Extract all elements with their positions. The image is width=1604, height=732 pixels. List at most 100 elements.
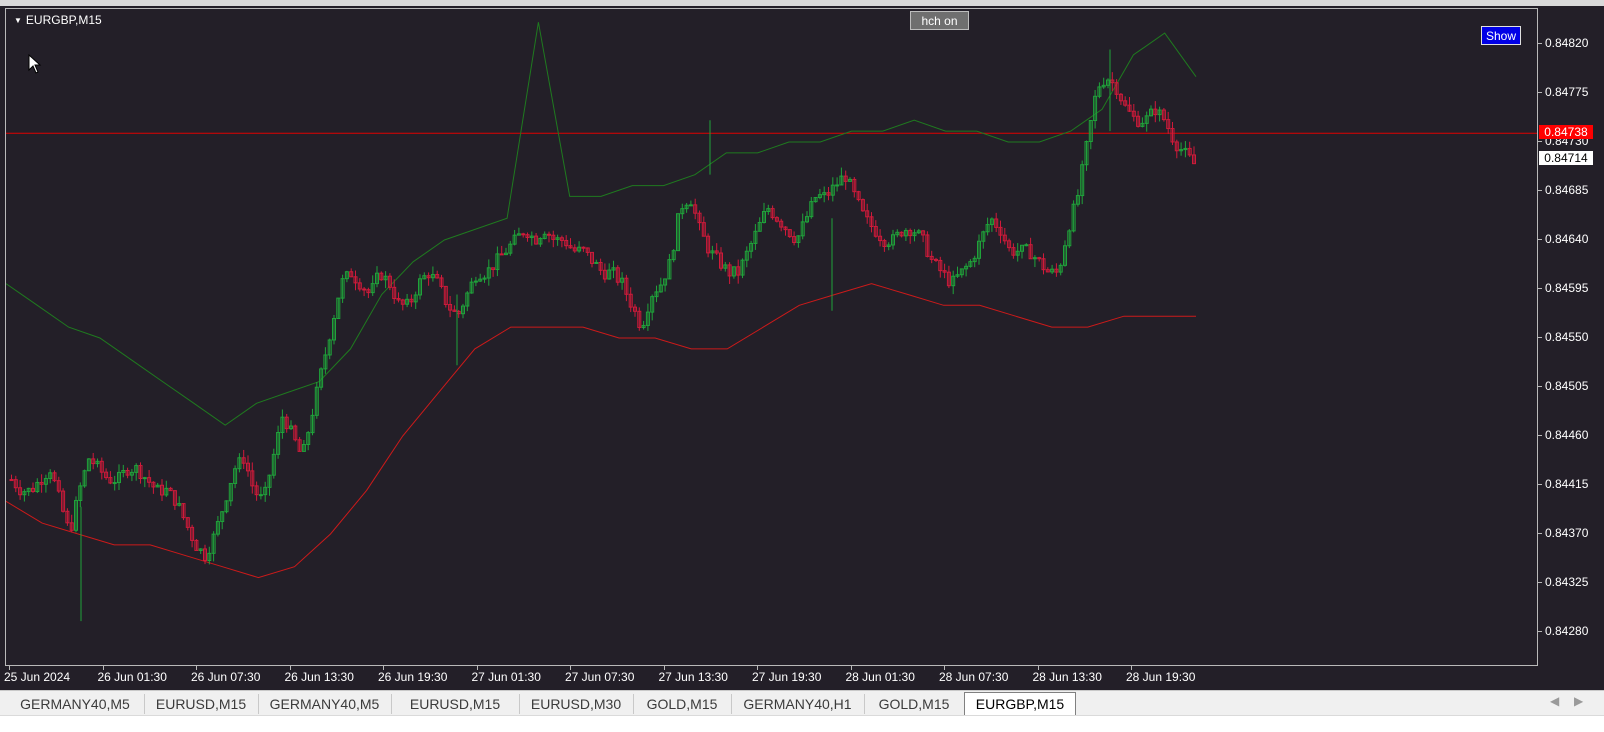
tab-eurgbp-m15[interactable]: EURGBP,M15 — [964, 692, 1076, 715]
time-tick-label: 26 Jun 07:30 — [191, 670, 261, 684]
bull-candle — [1101, 77, 1106, 89]
bear-candle — [190, 524, 195, 548]
plot-area[interactable]: ▼ EURGBP,M15 hch on Show — [5, 8, 1538, 666]
symbol-timeframe-label[interactable]: ▼ EURGBP,M15 — [14, 13, 102, 27]
bear-candle — [770, 205, 775, 220]
tab-germany40-m5[interactable]: GERMANY40,M5 — [258, 694, 392, 714]
bear-candle — [934, 257, 938, 263]
bull-candle — [959, 268, 964, 278]
bull-candle — [744, 246, 749, 268]
bull-candle — [1020, 244, 1024, 259]
bear-candle — [9, 474, 14, 482]
tab-eurusd-m30[interactable]: EURUSD,M30 — [519, 694, 634, 714]
bear-candle — [921, 230, 926, 243]
bull-candle — [813, 196, 818, 203]
bear-candle — [736, 259, 741, 284]
bear-candle — [241, 449, 246, 469]
candlestick-chart[interactable] — [6, 9, 1538, 666]
bear-candle — [349, 268, 354, 278]
chart-window[interactable]: ▼ EURGBP,M15 hch on Show 0.84820 0.84775 0… — [0, 6, 1604, 690]
bear-candle — [379, 271, 384, 281]
bull-candle — [26, 487, 31, 496]
caret-down-icon[interactable]: ▼ — [14, 16, 22, 25]
bear-candle — [31, 482, 35, 493]
bear-candle — [615, 265, 620, 286]
bull-candle — [1144, 111, 1149, 132]
bull-candle — [289, 420, 293, 430]
bull-candle — [710, 245, 715, 260]
bear-candle — [151, 481, 156, 494]
bull-candle — [340, 274, 345, 303]
bull-candle — [955, 266, 960, 278]
bull-candle — [207, 546, 212, 565]
bull-candle — [964, 263, 969, 277]
bear-candle — [852, 177, 857, 198]
price-tick — [1538, 337, 1542, 338]
scroll-left-icon[interactable]: ◀ — [1550, 694, 1559, 708]
bull-candle — [1093, 90, 1098, 129]
tab-eurusd-m15[interactable]: EURUSD,M15 — [391, 694, 520, 714]
bear-candle — [52, 470, 57, 483]
bull-candle — [1058, 263, 1063, 276]
bear-candle — [69, 514, 74, 533]
time-tick-label: 26 Jun 13:30 — [284, 670, 354, 684]
price-tick — [1538, 631, 1542, 632]
bull-candle — [981, 230, 986, 249]
bull-candle — [267, 474, 272, 496]
bull-candle — [577, 241, 582, 253]
bull-candle — [916, 228, 921, 235]
bull-candle — [504, 247, 508, 256]
price-tick-label: 0.84415 — [1545, 477, 1589, 491]
bull-candle — [310, 408, 315, 436]
bull-candle — [469, 277, 474, 294]
tab-eurusd-m15[interactable]: EURUSD,M15 — [144, 694, 259, 714]
scroll-right-icon[interactable]: ▶ — [1574, 694, 1583, 708]
bear-candle — [714, 243, 719, 256]
bull-candle — [529, 231, 534, 246]
mouse-cursor-icon — [28, 54, 42, 74]
bull-candle — [1063, 240, 1067, 267]
bear-candle — [396, 292, 401, 303]
bear-candle — [1028, 237, 1033, 260]
bull-candle — [1015, 243, 1020, 262]
bull-candle — [508, 240, 513, 256]
bull-candle — [516, 227, 521, 236]
bear-candle — [250, 462, 255, 494]
bull-candle — [688, 200, 693, 207]
bull-candle — [344, 270, 349, 283]
tab-germany40-h1[interactable]: GERMANY40,H1 — [731, 694, 865, 714]
hch-toggle-button[interactable]: hch on — [910, 11, 969, 30]
bull-candle — [473, 276, 478, 287]
bull-candle — [607, 263, 612, 280]
tab-gold-m15[interactable]: GOLD,M15 — [864, 694, 965, 714]
bear-candle — [104, 468, 109, 480]
bull-candle — [142, 476, 147, 488]
bull-candle — [418, 274, 422, 300]
candle-body — [499, 253, 504, 256]
bear-candle — [452, 305, 457, 312]
bull-candle — [1032, 255, 1037, 268]
tab-germany40-m5[interactable]: GERMANY40,M5 — [6, 694, 145, 714]
bear-candle — [499, 245, 504, 256]
price-tick — [1538, 92, 1542, 93]
bear-candle — [572, 244, 577, 253]
bear-candle — [856, 190, 861, 202]
bear-candle — [91, 452, 96, 470]
tab-gold-m15[interactable]: GOLD,M15 — [633, 694, 732, 714]
candle-body — [581, 246, 586, 249]
bear-candle — [65, 508, 70, 526]
bull-candle — [86, 458, 91, 472]
bull-candle — [314, 381, 319, 419]
show-button[interactable]: Show — [1481, 26, 1521, 45]
candle-body — [1024, 244, 1029, 247]
candle-body — [112, 482, 117, 485]
bull-candle — [211, 531, 216, 562]
bear-candle — [581, 246, 586, 252]
bull-candle — [895, 229, 900, 238]
price-axis: 0.84820 0.84775 0.84730 0.84685 0.84640 0.845… — [1538, 6, 1604, 690]
price-tick — [1538, 533, 1542, 534]
bear-candle — [598, 258, 603, 276]
bear-candle — [254, 481, 259, 501]
bear-candle — [366, 287, 371, 299]
bear-candle — [400, 298, 405, 311]
